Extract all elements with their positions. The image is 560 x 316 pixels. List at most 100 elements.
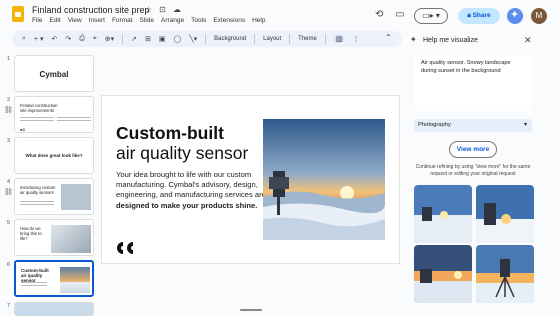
filmstrip: 1 Cymbal 2 ⛓ Finland construction site i… [0,50,100,316]
print-icon[interactable]: ⎙ [79,35,85,43]
comments-icon[interactable]: ▭ [395,9,404,20]
thumb-title: Introducing custom air quality sensors [20,185,56,195]
divider [122,34,124,44]
slide-body[interactable]: Your idea brought to life with our custo… [116,170,266,211]
style-select[interactable]: Photography ▾ [414,119,532,132]
share-button[interactable]: 🔒︎ Share [458,8,500,24]
background-button[interactable]: Background [214,36,246,42]
document-title[interactable]: Finland construction site prep [32,5,150,15]
slide-thumbnail-3[interactable]: What does great look like? [14,137,94,174]
help-me-visualize-panel: ✦ Help me visualize ✕ Air quality sensor… [405,28,560,315]
slide-number: 3 [7,138,11,144]
image-icon[interactable]: ▣ [159,35,166,43]
slide-thumbnail-6[interactable]: Custom-built air quality sensor [14,260,94,297]
select-icon[interactable]: ➚ [131,35,137,43]
redo-icon[interactable]: ↷ [65,35,71,43]
sensor-image[interactable] [263,119,385,240]
dropdown-icon: ▾ [523,122,527,128]
divider [254,34,256,44]
meet-button[interactable]: ▭▸ ▾ [414,8,448,24]
menu-arrange[interactable]: Arrange [161,17,184,24]
toolbar: ⌕ + ▾ ↶ ↷ ⎙ ⌖ ⊕▾ ➚ ⊞ ▣ ◯ ╲▾ Background L… [12,31,402,47]
thumb-title: Custom-built air quality sensor [21,268,49,283]
help-me-visualize-icon[interactable]: ▨ [333,35,345,43]
thumb-logo: ●C [20,127,26,132]
slide-canvas[interactable]: Custom-built air quality sensor Your ide… [102,96,399,263]
title-icons: ☆ ⊡ ☁ [145,5,181,14]
paint-format-icon[interactable]: ⌖ [93,35,97,43]
new-slide-icon[interactable]: + ▾ [34,35,44,43]
cymbal-logo-icon [117,242,133,254]
menu-help[interactable]: Help [252,17,265,24]
generated-image-1[interactable] [414,185,472,243]
body-bold: designed to make your products shine. [116,200,258,210]
collapse-toolbar-icon[interactable]: ⌃ [385,33,392,42]
avatar[interactable]: M [531,8,547,24]
undo-icon[interactable]: ↶ [51,35,57,43]
slide-title[interactable]: Custom-built [116,123,224,144]
thumb-lines [57,117,91,123]
menu-extensions[interactable]: Extensions [213,17,245,24]
menu-file[interactable]: File [32,17,42,24]
body-plain: Your idea brought to life with our custo… [116,170,266,200]
menu-view[interactable]: View [68,17,82,24]
cymbal-logo [116,241,140,258]
thumb-lines [20,117,54,123]
star-icon[interactable]: ☆ [145,5,152,14]
view-more-button[interactable]: View more [449,141,497,158]
panel-title: Help me visualize [423,37,478,44]
slide-number: 2 [7,97,11,103]
link-icon: ⛓ [4,107,13,114]
slide-number: 1 [7,56,11,62]
text-box-icon[interactable]: ⊞ [145,35,151,43]
menu-edit[interactable]: Edit [49,17,60,24]
slide-thumbnail-1[interactable]: Cymbal [14,55,94,92]
history-icon[interactable]: ⟲ [375,9,383,20]
thumb-lines [20,201,54,207]
slide-number: 5 [7,220,11,226]
theme-button[interactable]: Theme [298,36,317,42]
thumb-title: Cymbal [39,70,69,79]
slide-thumbnail-5[interactable]: How do we bring this to life? [14,219,94,256]
slide-thumbnail-4[interactable]: Introducing custom air quality sensors [14,178,94,215]
slide-subtitle[interactable]: air quality sensor [116,143,248,164]
close-icon[interactable]: ✕ [524,35,532,46]
divider [289,34,291,44]
slide-number: 4 [7,179,11,185]
video-camera-icon: ▭▸ ▾ [422,11,440,20]
search-menus-icon[interactable]: ⌕ [22,35,26,43]
refine-hint: Continue refining by using "view more" f… [415,164,531,177]
slide-thumbnail-7[interactable] [14,302,94,316]
generated-image-2[interactable] [476,185,534,243]
menu-insert[interactable]: Insert [89,17,105,24]
shape-icon[interactable]: ◯ [174,35,182,43]
gemini-icon[interactable] [507,8,523,24]
thumb-image [51,225,91,253]
thumb-title: How do we bring this to life? [20,226,42,241]
link-icon: ⛓ [4,189,13,196]
thumb-image [61,184,91,210]
menu-format[interactable]: Format [112,17,133,24]
generated-image-3[interactable] [414,245,472,303]
thumb-title: What does great look like? [25,153,83,158]
zoom-icon[interactable]: ⊕▾ [105,35,114,43]
cloud-status-icon[interactable]: ☁ [173,5,181,14]
menu-slide[interactable]: Slide [140,17,154,24]
divider [205,34,207,44]
slide-thumbnail-2[interactable]: Finland construction site improvements ●… [14,96,94,133]
more-options-icon[interactable]: ⋮ [352,35,359,43]
slide-number: 7 [7,303,11,309]
line-icon[interactable]: ╲▾ [189,35,197,43]
menu-bar: File Edit View Insert Format Slide Arran… [32,17,265,24]
layout-button[interactable]: Layout [263,36,281,42]
thumb-lines [21,282,47,288]
sparkle-icon: ✦ [410,35,417,44]
slide-number: 6 [7,262,11,268]
generated-image-4[interactable] [476,245,534,303]
prompt-input[interactable]: Air quality sensor. Snowy landscape duri… [414,55,532,111]
menu-tools[interactable]: Tools [191,17,206,24]
move-folder-icon[interactable]: ⊡ [159,5,166,14]
horizontal-scrollbar[interactable] [240,309,262,311]
slides-logo-icon[interactable] [12,6,24,22]
divider [324,34,326,44]
